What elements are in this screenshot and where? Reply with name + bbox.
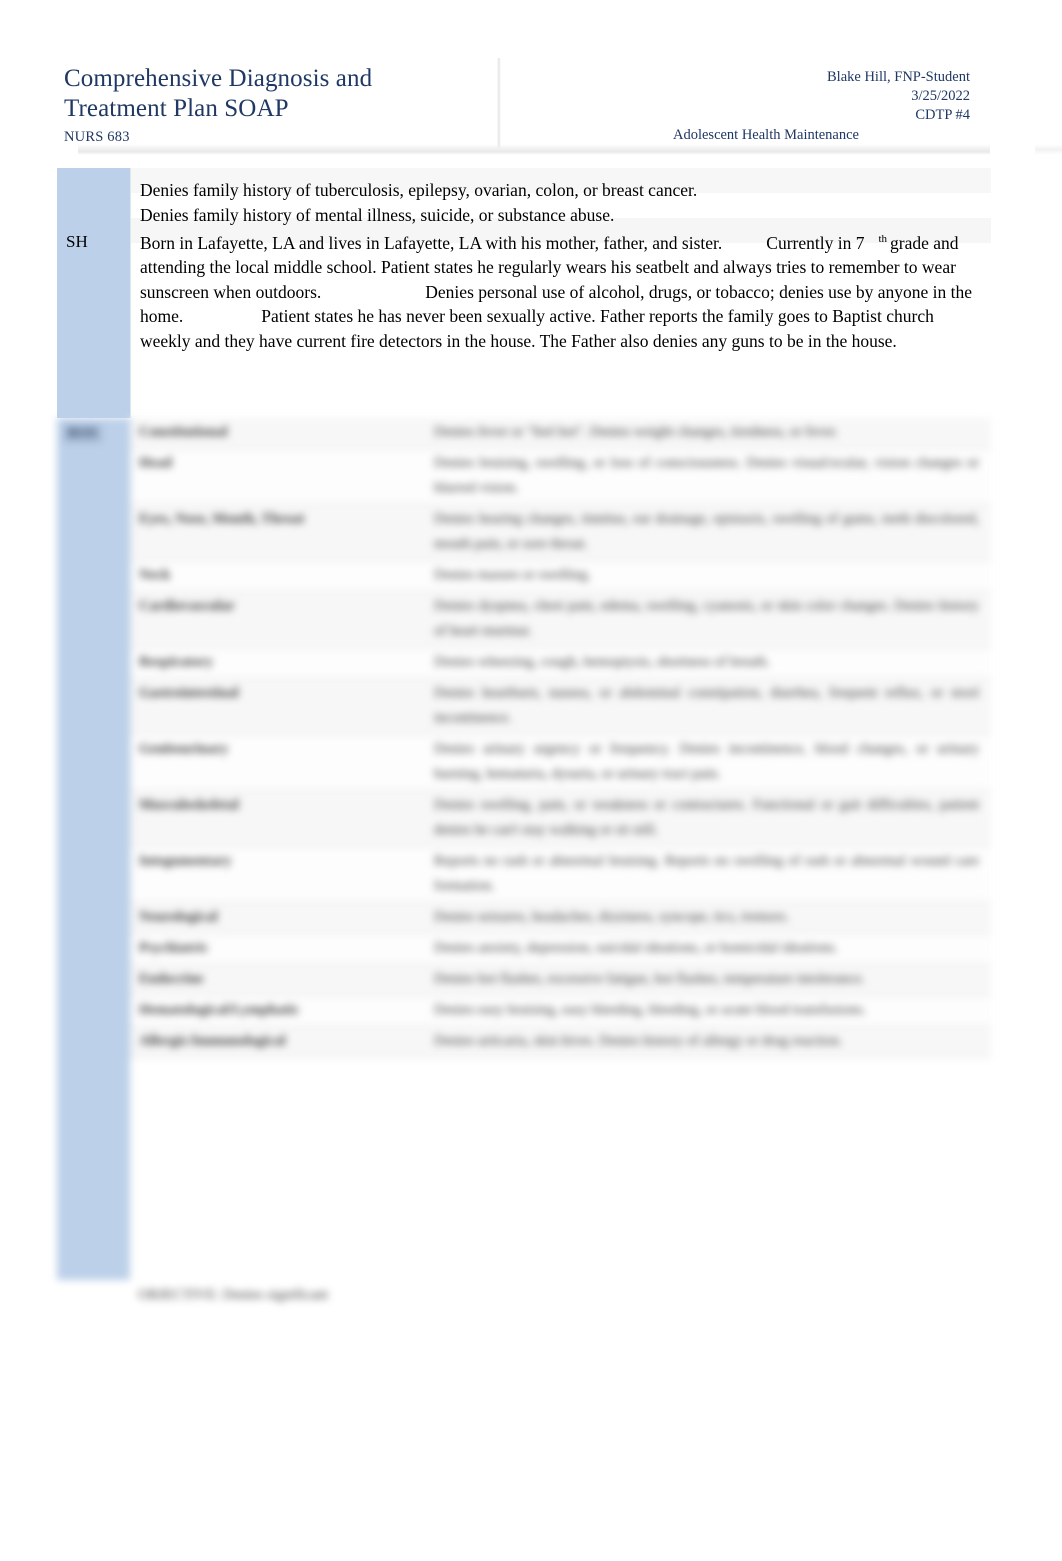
table-row: Integumentary Reports no rash or abnormal…	[130, 847, 991, 903]
ros-system-label: Respiratory	[139, 654, 214, 670]
table-row: SH Denies family history of tuberculosis…	[57, 168, 991, 418]
ros-findings: Denies heartburn, nausea, or abdominal c…	[434, 685, 979, 726]
header-bottom-rule	[78, 144, 990, 155]
ros-findings: Denies urinary urgency or frequency. Den…	[434, 741, 979, 782]
ros-findings: Denies dyspnea, chest pain, edema, swell…	[434, 598, 979, 639]
table-row: Respiratory Denies wheezing, cough, hemop…	[130, 648, 991, 679]
document-date: 3/25/2022	[911, 88, 970, 104]
header-bottom-rule-right	[1035, 144, 1062, 155]
ordinal-suffix: th	[878, 233, 888, 245]
family-history-line-2: Denies family history of mental illness,…	[140, 204, 615, 225]
table-row: Gastrointestinal Denies heartburn, nausea…	[130, 679, 991, 735]
ros-findings: Denies masses or swelling.	[434, 567, 592, 583]
ros-system-label: Hematological/Lymphatic	[139, 1002, 300, 1018]
document-header: Comprehensive Diagnosis and Treatment Pl…	[0, 0, 1062, 155]
table-row: Eyes, Nose, Mouth, Throat Denies hearing …	[130, 505, 991, 561]
table-row: Psychiatric Denies anxiety, depression, s…	[130, 934, 991, 965]
ros-system-label: Integumentary	[139, 853, 232, 869]
author-name: Blake Hill, FNP-Student	[827, 69, 970, 85]
ros-findings: Denies fever or "feel hot". Denies weigh…	[434, 424, 838, 440]
ros-findings: Reports no rash or abnormal bruising. Re…	[434, 853, 979, 894]
social-history-paragraph: Born in Lafayette, LA and lives in Lafay…	[140, 227, 981, 353]
ros-system-label: Neck	[139, 567, 171, 583]
sh-seg-1: Born in Lafayette, LA and lives in Lafay…	[140, 232, 723, 253]
table-row: Cardiovascular Denies dyspnea, chest pain…	[130, 592, 991, 648]
assignment-number: CDTP #4	[915, 107, 970, 123]
ros-findings: Denies easy bruising, easy bleeding, ble…	[434, 1002, 867, 1018]
ros-findings: Denies bruising, swelling, or loss of co…	[434, 455, 979, 496]
ros-system-label: Head	[139, 455, 173, 471]
ros-footnote: OBJECTIVE: Denies significant	[138, 1287, 329, 1303]
header-vertical-divider	[497, 58, 501, 150]
ros-findings: Denies hot flashes, excessive fatigue, h…	[434, 971, 865, 987]
ros-system-label: Genitourinary	[139, 741, 229, 757]
table-row: Genitourinary Denies urinary urgency or f…	[130, 735, 991, 791]
family-history-line-1: Denies family history of tuberculosis, e…	[140, 180, 698, 200]
ros-findings: Denies wheezing, cough, hemoptysis, shor…	[434, 654, 770, 670]
ros-system-label: Endocrine	[139, 971, 204, 987]
table-row: Endocrine Denies hot flashes, excessive f…	[130, 965, 991, 996]
table-row: Allergic/Immunological Denies urticaria, …	[130, 1027, 991, 1058]
ros-findings: Denies urticaria, skin hives. Denies his…	[434, 1033, 843, 1049]
ros-system-label: Allergic/Immunological	[139, 1033, 286, 1049]
table-row: Head Denies bruising, swelling, or loss o…	[130, 449, 991, 505]
ros-system-label: Psychiatric	[139, 940, 209, 956]
table-row: Neurological Denies seizures, headaches, …	[130, 903, 991, 934]
ros-rows-container: Constitutional Denies fever or "feel hot"…	[130, 418, 991, 1058]
ros-system-label: Neurological	[139, 909, 218, 925]
ros-system-label: Cardiovascular	[139, 598, 235, 614]
ros-findings: Denies swelling, pain, or weakness or co…	[434, 797, 979, 838]
table-row: Neck Denies masses or swelling.	[130, 561, 991, 592]
ros-label-text: ROS	[63, 425, 102, 443]
sh-seg-2: Currently in 7	[766, 232, 865, 253]
ros-system-label: Musculoskeletal	[139, 797, 239, 813]
ros-system-label: Constitutional	[139, 424, 228, 440]
page-title: Comprehensive Diagnosis and Treatment Pl…	[64, 64, 484, 146]
row-label-social-history: SH	[57, 168, 130, 418]
table-row: Constitutional Denies fever or "feel hot"…	[130, 418, 991, 449]
review-of-systems-table: ROS Constitutional Denies fever or "feel …	[57, 418, 991, 1303]
page-title-line-1: Comprehensive Diagnosis and	[64, 65, 373, 92]
social-history-content: Denies family history of tuberculosis, e…	[130, 168, 991, 418]
sh-seg-5: Patient states he has never been sexuall…	[140, 306, 934, 351]
ros-findings: Denies hearing changes, tinnitus, ear dr…	[434, 511, 979, 552]
ros-system-label: Gastrointestinal	[139, 685, 239, 701]
ros-system-label: Eyes, Nose, Mouth, Throat	[139, 511, 305, 527]
row-label-text: SH	[66, 232, 88, 251]
header-meta: Blake Hill, FNP-Student 3/25/2022 CDTP #…	[590, 68, 970, 145]
page-title-line-2: Treatment Plan SOAP	[64, 95, 289, 122]
ros-findings: Denies anxiety, depression, suicidal ide…	[434, 940, 838, 956]
ros-label-column	[57, 418, 130, 1280]
social-history-table: SH Denies family history of tuberculosis…	[57, 168, 991, 418]
ros-findings: Denies seizures, headaches, dizziness, s…	[434, 909, 790, 925]
document-topic: Adolescent Health Maintenance	[672, 127, 859, 143]
table-row: Hematological/Lymphatic Denies easy bruis…	[130, 996, 991, 1027]
table-row: Musculoskeletal Denies swelling, pain, or…	[130, 791, 991, 847]
